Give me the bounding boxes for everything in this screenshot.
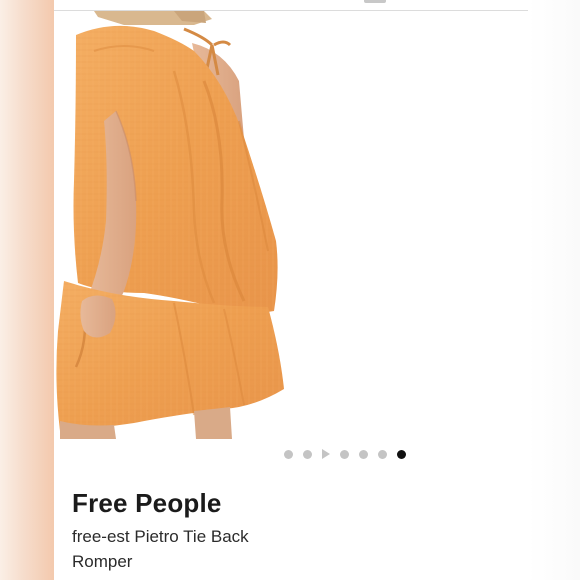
top-bar [54, 0, 528, 11]
product-card[interactable]: Free People free-est Pietro Tie Back Rom… [54, 0, 528, 580]
carousel-dot-active[interactable] [397, 449, 406, 459]
image-carousel-indicator[interactable] [54, 446, 528, 462]
product-title: free-est Pietro Tie Back Romper [72, 527, 249, 571]
top-bar-handle [364, 0, 386, 3]
carousel-dot[interactable] [359, 449, 368, 459]
carousel-dot[interactable] [303, 449, 312, 459]
left-edge-blur [0, 0, 54, 580]
video-play-icon[interactable] [322, 449, 330, 459]
carousel-dot[interactable] [284, 449, 293, 459]
carousel-dot[interactable] [378, 449, 387, 459]
right-edge [528, 0, 580, 580]
product-photo-icon [56, 11, 285, 439]
screenshot-frame: Free People free-est Pietro Tie Back Rom… [0, 0, 580, 580]
carousel-dot[interactable] [340, 449, 349, 459]
product-image[interactable] [54, 11, 528, 439]
brand-name[interactable]: Free People [72, 488, 222, 519]
